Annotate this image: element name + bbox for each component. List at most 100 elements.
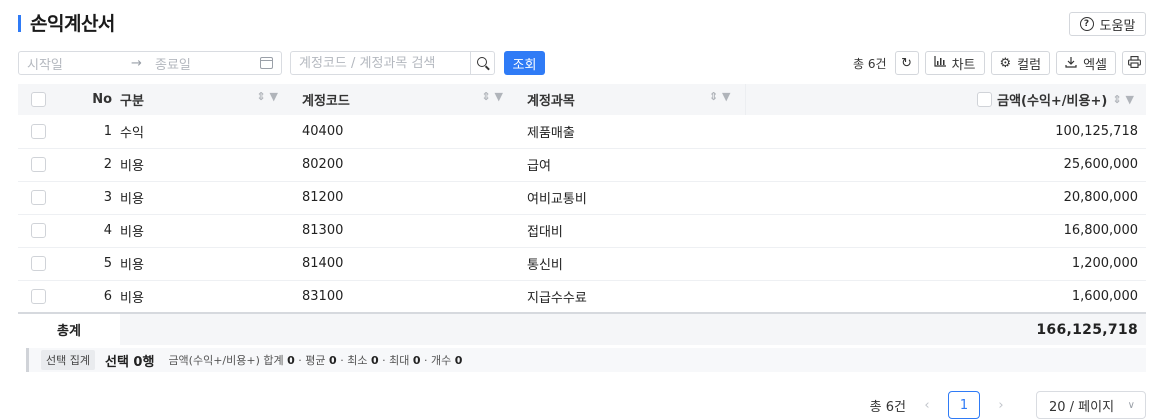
row-checkbox[interactable] [31,123,46,139]
summary-max-label: 최대 [389,354,410,367]
table-tools: 총 6건 ↻ 차트 ⚙ 컬럼 엑셀 [853,51,1146,75]
search-button[interactable] [470,51,495,75]
cell-no: 3 [58,181,120,215]
sort-filter-icon[interactable]: ⇕▼ [1112,93,1138,106]
cell-no: 2 [58,148,120,182]
summary-max-value: 0 [412,354,421,367]
search-icon [476,57,487,67]
table-row[interactable]: 3 비용 81200 여비교통비 20,800,000 [18,181,1146,215]
chevron-down-icon: ∨ [1127,399,1135,411]
page-size-select[interactable]: 20 / 페이지 ∨ [1036,391,1146,419]
select-all-checkbox[interactable] [31,92,46,107]
summary-sum-value: 0 [287,354,295,367]
pagination: 총 6건 ‹ 1 › 20 / 페이지 ∨ [870,391,1146,419]
cell-amount: 100,125,718 [745,115,1146,149]
next-page-icon[interactable]: › [992,398,1010,413]
excel-button-label: 엑셀 [1083,57,1107,73]
row-checkbox[interactable] [31,157,46,172]
column-header-type-label: 구분 [120,94,144,109]
table-row[interactable]: 6 비용 83100 지급수수료 1,600,000 [18,280,1146,314]
summary-count-value: 0 [454,354,463,367]
selected-rows: 선택 0행 [104,354,155,370]
pagination-total: 총 6건 [869,399,906,415]
total-amount: 166,125,718 [745,312,1146,345]
chart-button-label: 차트 [951,57,976,73]
column-header-no[interactable]: No [58,84,120,115]
cell-type: 비용 [120,247,292,281]
select-all-cell [18,84,58,115]
income-statement-table: No 구분 ⇕▼ 계정코드 ⇕▼ 계정과목 ⇕▼ 금액(수익+/비용+) ⇕▼ … [18,84,1146,345]
cell-code: 40400 [292,115,517,149]
cell-name: 접대비 [517,214,745,248]
summary-tag: 선택 집계 [41,350,95,370]
table-row[interactable]: 5 비용 81400 통신비 1,200,000 [18,247,1146,281]
row-checkbox[interactable] [31,256,46,271]
help-icon: ? [1079,17,1094,31]
cell-no: 6 [58,280,120,314]
bar-chart-icon [933,56,946,70]
cell-name: 제품매출 [517,115,745,149]
query-button[interactable]: 조회 [504,51,545,75]
cell-amount: 1,200,000 [745,247,1146,281]
cell-type: 비용 [120,181,292,215]
cell-code: 80200 [292,148,517,182]
cell-type: 비용 [120,214,292,248]
excel-export-button[interactable]: 엑셀 [1056,51,1116,75]
help-button-label: 도움말 [1099,18,1136,34]
table-header-row: No 구분 ⇕▼ 계정코드 ⇕▼ 계정과목 ⇕▼ 금액(수익+/비용+) ⇕▼ [18,84,1146,115]
column-header-name[interactable]: 계정과목 ⇕▼ [517,84,746,115]
column-header-amount[interactable]: 금액(수익+/비용+) ⇕▼ [745,84,1146,115]
cell-name: 급여 [517,148,745,182]
page-size-value: 20 / 페이지 [1049,399,1115,415]
cell-type: 비용 [120,280,292,314]
help-button[interactable]: ? 도움말 [1069,12,1146,36]
print-button[interactable] [1122,51,1146,75]
summary-avg-value: 0 [329,354,337,367]
cell-code: 83100 [292,280,517,314]
table-row[interactable]: 4 비용 81300 접대비 16,800,000 [18,214,1146,248]
calendar-icon[interactable] [260,57,273,69]
page-number-current[interactable]: 1 [948,391,980,419]
column-header-code[interactable]: 계정코드 ⇕▼ [292,84,517,115]
cell-no: 1 [58,115,120,149]
sort-filter-icon[interactable]: ⇕▼ [256,90,282,103]
cell-code: 81200 [292,181,517,215]
selection-summary: 선택 집계 선택 0행 금액(수익+/비용+) 합계 0 · 평균 0 · 최소… [26,348,1146,372]
cell-name: 여비교통비 [517,181,745,215]
sort-filter-icon[interactable]: ⇕▼ [481,90,507,103]
date-range-picker[interactable]: 시작일 → 종료일 [18,51,282,75]
chart-button[interactable]: 차트 [924,51,985,75]
end-date-field[interactable]: 종료일 [155,54,260,73]
total-count: 총 6건 [853,56,887,71]
column-header-type[interactable]: 구분 ⇕▼ [120,84,292,115]
table-total-row: 총계 166,125,718 [18,312,1146,345]
row-checkbox[interactable] [31,190,46,205]
refresh-button[interactable]: ↻ [894,51,919,75]
row-checkbox[interactable] [31,223,46,238]
summary-count-label: 개수 [431,354,452,367]
page-title: 손익계산서 [30,13,115,35]
start-date-field[interactable]: 시작일 [27,54,131,73]
account-search-input[interactable] [290,51,471,75]
cell-name: 통신비 [517,247,745,281]
cell-type: 비용 [120,148,292,182]
sort-filter-icon[interactable]: ⇕▼ [709,90,735,103]
column-header-code-label: 계정코드 [302,94,350,109]
summary-sum-label: 합계 [263,354,284,367]
column-header-amount-label: 금액(수익+/비용+) [997,94,1108,109]
printer-icon [1127,55,1141,71]
cell-amount: 20,800,000 [745,181,1146,215]
column-settings-button[interactable]: ⚙ 컬럼 [990,51,1051,75]
refresh-icon: ↻ [901,55,913,71]
table-row[interactable]: 1 수익 40400 제품매출 100,125,718 [18,115,1146,149]
row-checkbox[interactable] [31,288,46,304]
page-header: 손익계산서 ? 도움말 [18,10,1146,40]
prev-page-icon[interactable]: ‹ [918,398,936,413]
table-row[interactable]: 2 비용 80200 급여 25,600,000 [18,148,1146,182]
total-label: 총계 [18,312,120,345]
summary-field-label: 금액(수익+/비용+) [168,354,260,367]
amount-column-checkbox[interactable] [977,92,993,107]
column-button-label: 컬럼 [1017,57,1042,73]
cell-code: 81400 [292,247,517,281]
cell-amount: 25,600,000 [745,148,1146,182]
